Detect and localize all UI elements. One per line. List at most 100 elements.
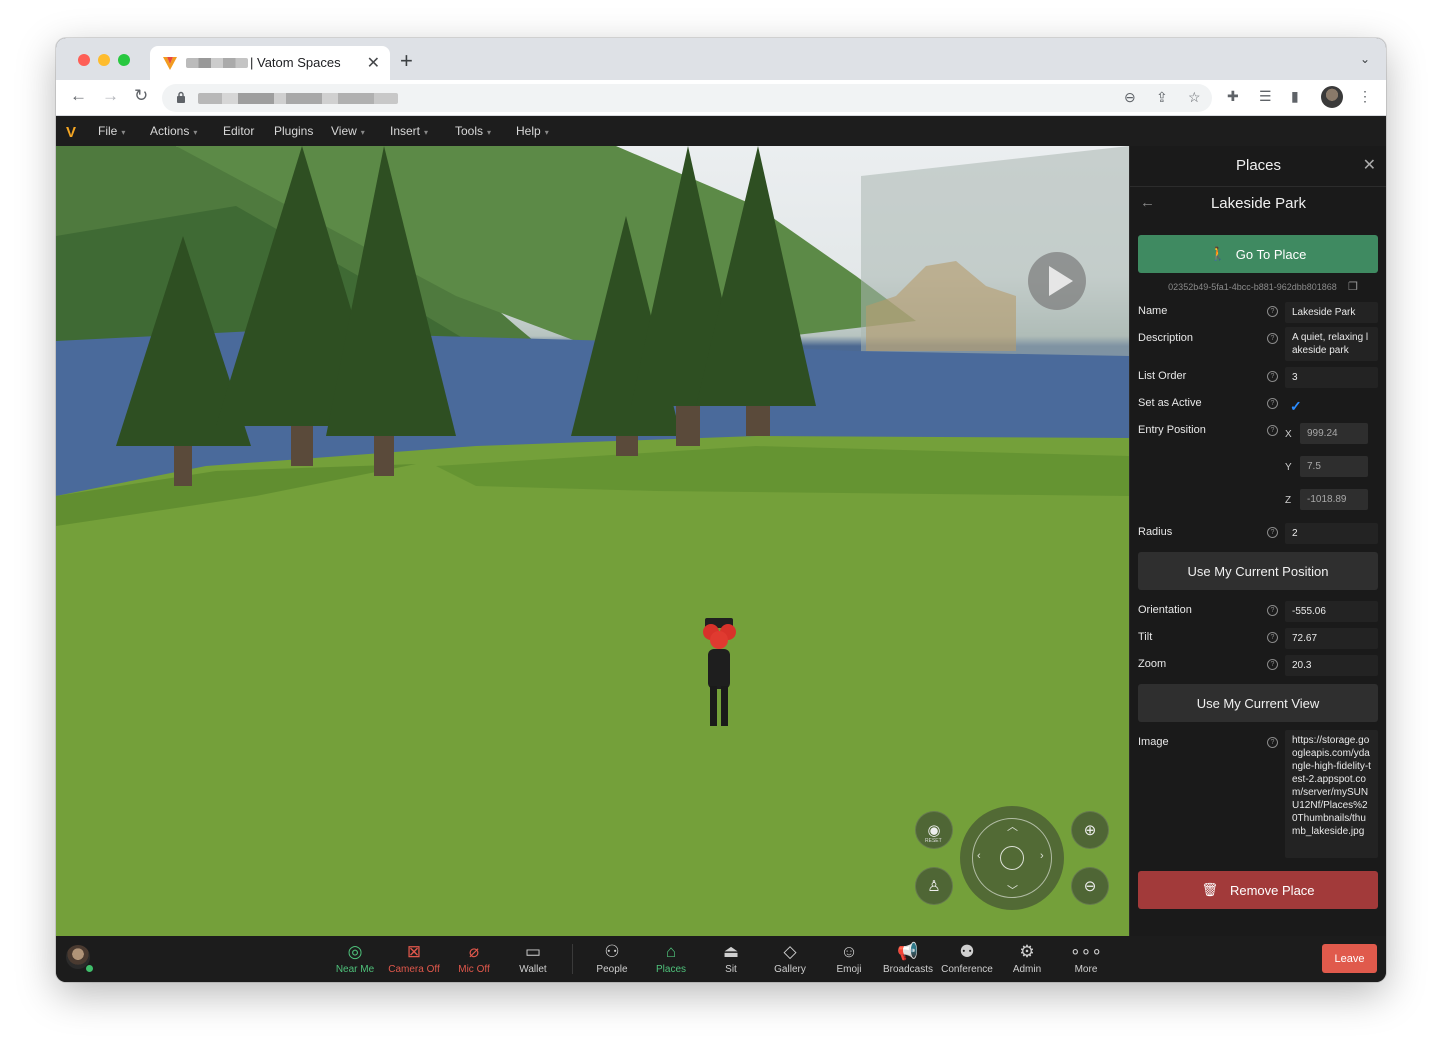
tilt-label: Tilt (1138, 631, 1153, 643)
more-button[interactable]: ∘∘∘ More (1056, 942, 1116, 975)
help-icon[interactable]: ? (1267, 527, 1278, 538)
menu-tools-label: Tools (455, 124, 484, 138)
reload-icon[interactable]: ↻ (134, 86, 148, 106)
help-icon[interactable]: ? (1267, 333, 1278, 344)
menu-plugins-label: Plugins (274, 124, 314, 138)
zoom-in-button[interactable]: ⊕ (1071, 811, 1109, 849)
help-icon[interactable]: ? (1267, 605, 1278, 616)
chevron-down-icon[interactable]: ﹀ (1007, 882, 1018, 898)
places-button[interactable]: ⌂ Places (641, 942, 701, 975)
tilt-field[interactable]: 72.67 (1285, 628, 1378, 649)
remove-place-button[interactable]: 🗑 Remove Place (1138, 871, 1378, 909)
help-icon[interactable]: ? (1267, 371, 1278, 382)
entry-x-field[interactable]: 999.24 (1300, 423, 1368, 444)
profile-avatar[interactable] (1321, 86, 1343, 108)
sit-icon: ⏏ (722, 942, 740, 961)
help-icon[interactable]: ? (1267, 737, 1278, 748)
use-current-position-button[interactable]: Use My Current Position (1138, 552, 1378, 590)
zoom-field[interactable]: 20.3 (1285, 655, 1378, 676)
tab-title-redacted (186, 58, 248, 68)
leave-button[interactable]: Leave (1322, 944, 1377, 973)
menu-plugins[interactable]: Plugins (274, 124, 313, 138)
zoom-window-button[interactable] (118, 54, 130, 66)
entry-z-field[interactable]: -1018.89 (1300, 489, 1368, 510)
people-label: People (596, 964, 628, 975)
zoom-out-icon: ⊖ (1083, 878, 1097, 895)
person-pin-icon: ♙ (927, 878, 941, 895)
entry-y-field[interactable]: 7.5 (1300, 456, 1368, 477)
camera-off-button[interactable]: ⊠ Camera Off (384, 942, 444, 975)
conference-button[interactable]: ⚉ Conference (937, 942, 997, 975)
sit-label: Sit (725, 964, 737, 975)
people-button[interactable]: ⚇ People (582, 942, 642, 975)
zoom-out-icon[interactable]: ⊖ (1124, 89, 1136, 106)
new-tab-button[interactable]: + (400, 48, 413, 74)
name-field[interactable]: Lakeside Park (1285, 302, 1378, 323)
help-icon[interactable]: ? (1267, 306, 1278, 317)
chevron-up-icon[interactable]: ︿ (1007, 818, 1018, 834)
share-icon[interactable]: ⇪ (1156, 89, 1168, 106)
menu-file[interactable]: File ▾ (98, 124, 125, 138)
browser-menu-icon[interactable]: ⋮ (1358, 88, 1372, 105)
forward-arrow-icon[interactable]: → (102, 86, 119, 106)
help-icon[interactable]: ? (1267, 632, 1278, 643)
copy-icon[interactable]: ❐ (1348, 280, 1358, 293)
near-me-button[interactable]: ◎ Near Me (325, 942, 385, 975)
3d-viewport[interactable]: ◉ RESET ♙ ︿ ﹀ ‹ › ⊕ ⊖ (56, 146, 1129, 936)
menu-actions[interactable]: Actions ▾ (150, 124, 197, 138)
address-bar[interactable]: ⊖ ⇪ ☆ (162, 84, 1212, 112)
mic-off-icon: ⌀ (468, 942, 480, 961)
description-field[interactable]: A quiet, relaxing lakeside park (1285, 327, 1378, 361)
menu-insert[interactable]: Insert ▾ (390, 124, 428, 138)
places-icon: ⌂ (665, 942, 677, 961)
browser-tab[interactable]: | Vatom Spaces ✕ (150, 46, 390, 80)
gallery-button[interactable]: ◇ Gallery (760, 942, 820, 975)
set-active-checkbox[interactable]: ✓ (1290, 398, 1302, 415)
close-window-button[interactable] (78, 54, 90, 66)
menu-editor[interactable]: Editor (223, 124, 254, 138)
help-icon[interactable]: ? (1267, 659, 1278, 670)
chevron-down-icon: ▾ (121, 128, 126, 137)
z-axis-label: Z (1285, 495, 1292, 506)
emoji-button[interactable]: ☺ Emoji (819, 942, 879, 975)
use-current-view-button[interactable]: Use My Current View (1138, 684, 1378, 722)
vatom-logo: V (66, 124, 77, 141)
side-panel-icon[interactable]: ▮ (1291, 88, 1299, 105)
avatar-position-button[interactable]: ♙ (915, 867, 953, 905)
tab-close-icon[interactable]: ✕ (367, 53, 380, 73)
entry-position-label: Entry Position (1138, 424, 1206, 436)
menu-tools[interactable]: Tools ▾ (455, 124, 491, 138)
joystick-handle[interactable] (1000, 846, 1024, 870)
help-icon[interactable]: ? (1267, 425, 1278, 436)
tab-strip: | Vatom Spaces ✕ + ⌄ (56, 38, 1386, 80)
menu-view[interactable]: View ▾ (331, 124, 365, 138)
wallet-button[interactable]: ▭ Wallet (503, 942, 563, 975)
minimize-window-button[interactable] (98, 54, 110, 66)
list-order-field[interactable]: 3 (1285, 367, 1378, 388)
movement-joystick[interactable]: ︿ ﹀ ‹ › (960, 806, 1064, 910)
extensions-icon[interactable]: ✚ (1227, 88, 1239, 105)
zoom-label: Zoom (1138, 658, 1167, 670)
chevron-down-icon: ▾ (544, 128, 549, 137)
close-icon[interactable]: ✕ (1363, 155, 1376, 175)
vatom-favicon-icon (163, 57, 177, 70)
bookmark-star-icon[interactable]: ☆ (1188, 89, 1201, 106)
menu-help[interactable]: Help ▾ (516, 124, 549, 138)
go-to-place-button[interactable]: 🚶 Go To Place (1138, 235, 1378, 273)
help-icon[interactable]: ? (1267, 398, 1278, 409)
mic-off-button[interactable]: ⌀ Mic Off (444, 942, 504, 975)
chevron-right-icon[interactable]: › (1040, 850, 1044, 862)
media-controls-icon[interactable]: ☰ (1259, 88, 1272, 105)
radius-field[interactable]: 2 (1285, 523, 1378, 544)
places-panel: Places ✕ ← Lakeside Park 🚶 Go To Place 0… (1129, 146, 1386, 936)
chevron-left-icon[interactable]: ‹ (977, 850, 981, 862)
back-arrow-icon[interactable]: ← (70, 86, 87, 106)
sit-button[interactable]: ⏏ Sit (701, 942, 761, 975)
tab-search-icon[interactable]: ⌄ (1360, 52, 1370, 66)
admin-button[interactable]: ⚙ Admin (997, 942, 1057, 975)
orientation-field[interactable]: -555.06 (1285, 601, 1378, 622)
broadcasts-button[interactable]: 📢 Broadcasts (878, 942, 938, 975)
image-url-field[interactable]: https://storage.googleapis.com/ydangle-h… (1285, 730, 1378, 858)
menu-insert-label: Insert (390, 124, 421, 138)
zoom-out-button[interactable]: ⊖ (1071, 867, 1109, 905)
